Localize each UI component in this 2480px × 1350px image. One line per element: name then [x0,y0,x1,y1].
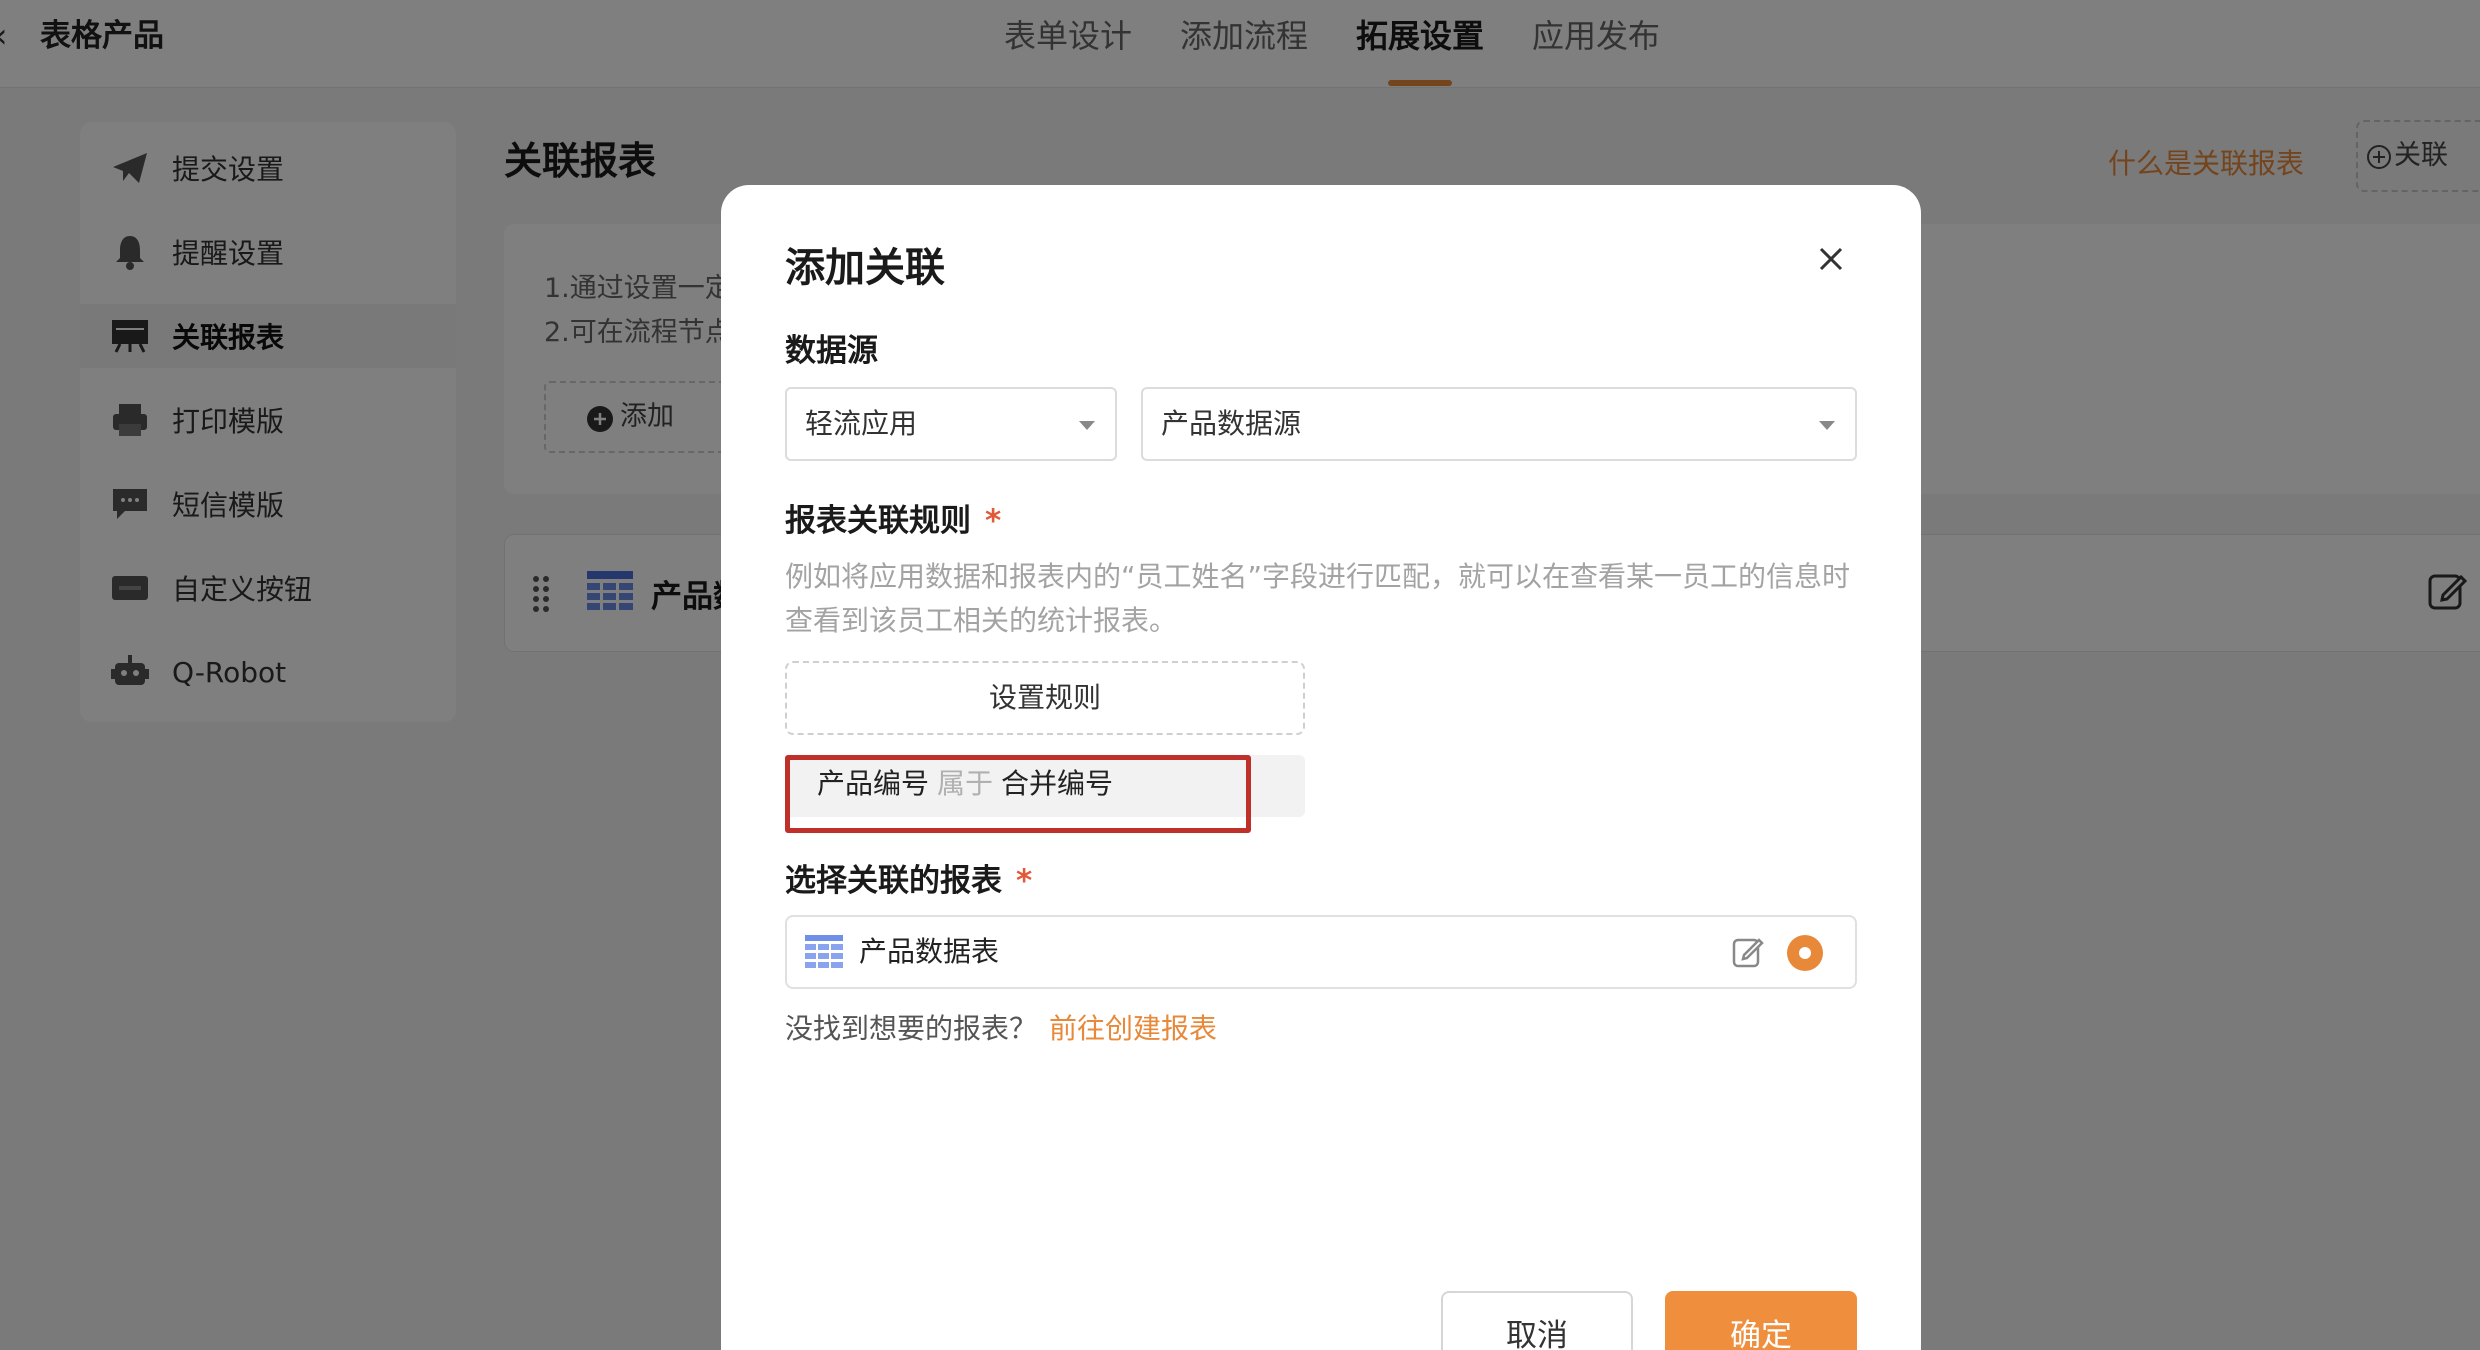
required-mark: * [1016,863,1033,899]
edit-icon[interactable] [1731,935,1765,969]
close-icon[interactable] [1811,239,1851,279]
report-not-found-text: 没找到想要的报表？ [785,1012,1038,1045]
selected-radio[interactable] [1787,935,1823,971]
report-label-text: 选择关联的报表 [785,863,1002,899]
selected-report-name: 产品数据表 [859,935,1000,968]
rule-label: 报表关联规则 * [785,495,1001,540]
create-report-link[interactable]: 前往创建报表 [1049,1007,1217,1047]
chevron-down-icon [1079,421,1095,430]
rule-highlight-box [785,755,1251,833]
set-rule-button[interactable]: 设置规则 [785,661,1305,735]
add-association-dialog: 添加关联 数据源 轻流应用 产品数据源 报表关联规则 * 例如将应用数据和报表内的… [721,185,1921,1350]
source-data-select[interactable]: 产品数据源 [1141,387,1857,461]
app-root: ‹ 表格产品 表单设计 添加流程 拓展设置 应用发布 提交设置 提醒设置 关联报 [0,0,2480,1350]
dialog-title: 添加关联 [785,245,945,291]
rule-hint: 例如将应用数据和报表内的“员工姓名”字段进行匹配，就可以在查看某一员工的信息时查… [785,560,1851,637]
chevron-down-icon [1819,421,1835,430]
source-app-select[interactable]: 轻流应用 [785,387,1117,461]
report-label: 选择关联的报表 * [785,855,1032,900]
source-app-value: 轻流应用 [805,407,918,440]
required-mark: * [985,503,1002,539]
table-icon [805,935,843,968]
rule-label-text: 报表关联规则 [785,503,971,539]
confirm-button[interactable]: 确定 [1665,1291,1857,1350]
datasource-label: 数据源 [785,333,878,369]
source-data-value: 产品数据源 [1161,407,1302,440]
selected-report-item[interactable]: 产品数据表 [785,915,1857,989]
cancel-button[interactable]: 取消 [1441,1291,1633,1350]
